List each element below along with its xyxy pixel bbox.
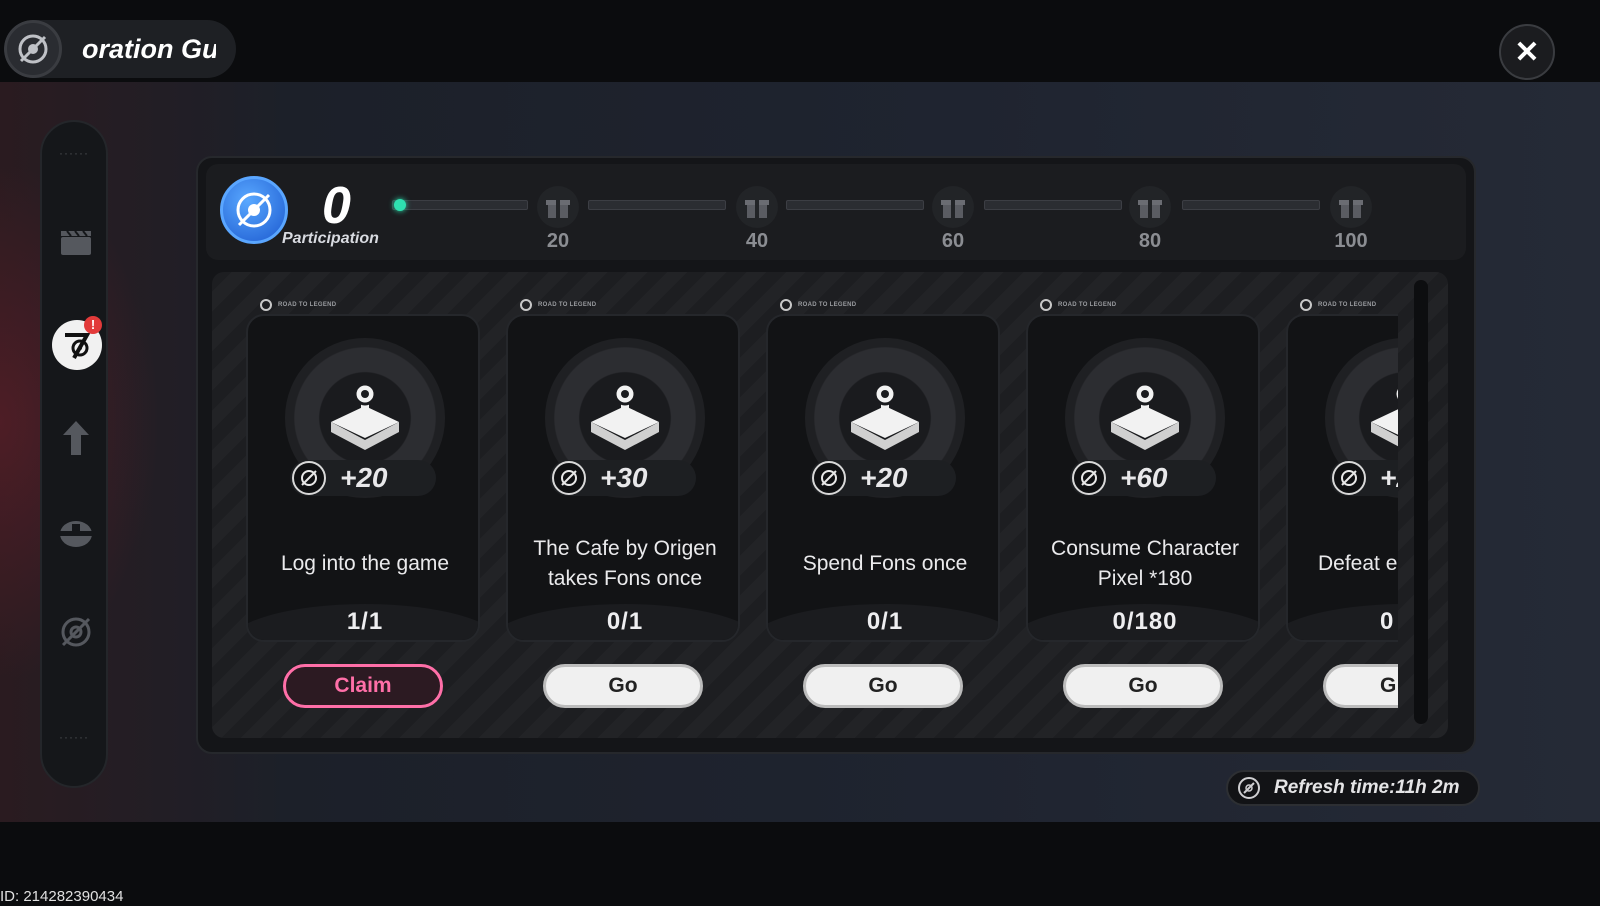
task-card: ROAD TO LEGEND +2 Defeat e 0 [1286,298,1398,642]
bottom-band [0,822,1600,906]
participation-token-icon [292,461,326,495]
top-band [0,0,1600,82]
progress-segment [1182,200,1320,210]
header-logo-icon [1040,299,1052,311]
gift-icon[interactable] [736,186,778,228]
reward-amount: +30 [600,462,648,493]
task-list[interactable]: ROAD TO LEGEND +20 Log into the game 1/1… [212,272,1448,738]
task-card: ROAD TO LEGEND +20 Log into the game 1/1 [246,298,480,642]
card-header: ROAD TO LEGEND [260,298,336,312]
milestone-label: 60 [941,230,965,252]
milestone-label: 80 [1138,230,1162,252]
go-button[interactable]: Go [1063,664,1223,708]
card-body: +20 Spend Fons once 0/1 [766,314,1000,642]
sidebar-top-dots: ······ [59,146,89,160]
task-progress: 0 [1380,608,1395,635]
card-header: ROAD TO LEGEND [780,298,856,312]
participation-token-icon [1072,461,1106,495]
task-card: ROAD TO LEGEND +20 Spend Fons once 0/1 [766,298,1000,642]
progress-indicator [394,199,406,211]
reward-amount: +20 [860,462,908,493]
header-logo-icon [1300,299,1312,311]
card-body: +60 Consume Character Pixel *180 0/180 [1026,314,1260,642]
compass-off-icon[interactable] [56,612,96,652]
header-logo-icon [780,299,792,311]
participation-label: Participation [282,230,379,247]
participation-token-icon [812,461,846,495]
task-card-clip: ROAD TO LEGEND +2 Defeat e 0 G [1286,272,1398,738]
sidebar: ······ ! ······ [40,120,108,788]
controller-icon[interactable] [56,514,96,554]
milestone-label: 100 [1334,230,1368,252]
go-button[interactable]: Go [543,664,703,708]
task-progress: 1/1 [346,608,384,635]
task-name: Spend Fons once [802,552,968,575]
progress-segment [588,200,726,210]
participation-token-icon [552,461,586,495]
page-title: oration Gu [82,33,216,64]
progress-segment [786,200,924,210]
task-card: ROAD TO LEGEND +30 The Cafe by Origen ta… [506,298,740,642]
header-logo-icon [260,299,272,311]
gift-icon[interactable] [1129,186,1171,228]
sidebar-bottom-dots: ······ [59,730,89,744]
task-name: The Cafe by Origen takes Fons once [533,537,717,590]
go-button[interactable]: G [1323,664,1398,708]
reward-pill: +30 [550,460,696,496]
task-progress: 0/1 [866,608,904,635]
notification-badge: ! [84,316,102,334]
reward-amount: +2 [1380,462,1398,493]
card-header: ROAD TO LEGEND [1040,298,1116,312]
reward-amount: +60 [1120,462,1168,493]
participation-token-icon [1332,461,1366,495]
task-name: Log into the game [280,552,450,575]
main-panel: 0 Participation 20 40 60 80 100 ROAD TO … [196,156,1476,754]
scrollbar[interactable] [1414,280,1428,724]
milestone-label: 40 [745,230,769,252]
card-header: ROAD TO LEGEND [520,298,596,312]
refresh-timer: Refresh time:11h 2m [1226,770,1480,806]
task-progress: 0/1 [606,608,644,635]
clapperboard-icon[interactable] [56,222,96,262]
reward-pill: +2 [1330,460,1398,496]
participation-progress: 0 Participation 20 40 60 80 100 [206,164,1466,260]
reward-pill: +20 [810,460,956,496]
background-graffiti [260,0,356,82]
task-card: ROAD TO LEGEND +60 Consume Character Pix… [1026,298,1260,642]
milestone-label: 20 [546,230,570,252]
participation-icon [220,176,288,244]
task-name: Consume Character Pixel *180 [1051,537,1239,590]
gift-icon[interactable] [932,186,974,228]
card-header: ROAD TO LEGEND [1300,298,1376,312]
gift-icon[interactable] [1330,186,1372,228]
participation-value: 0 [322,177,351,235]
header-logo-icon [520,299,532,311]
user-id: ID: 214282390434 [0,888,124,905]
refresh-text: Refresh time:11h 2m [1274,777,1460,798]
reward-pill: +20 [290,460,436,496]
task-name: Defeat e [1318,552,1398,575]
close-icon: ✕ [1514,35,1540,69]
go-button[interactable]: Go [803,664,963,708]
arrow-up-icon[interactable] [56,418,96,458]
progress-segment [984,200,1122,210]
card-body: +20 Log into the game 1/1 [246,314,480,642]
reward-pill: +60 [1070,460,1216,496]
refresh-clock-icon [1238,777,1260,799]
claim-button[interactable]: Claim [283,664,443,708]
gift-icon[interactable] [537,186,579,228]
card-body: +30 The Cafe by Origen takes Fons once 0… [506,314,740,642]
game-logo-icon [4,20,62,78]
card-body: +2 Defeat e 0 [1286,314,1398,642]
progress-segment [392,200,528,210]
task-progress: 0/180 [1112,608,1178,635]
reward-amount: +20 [340,462,388,493]
title-bar: oration Gu [4,20,236,78]
close-button[interactable]: ✕ [1499,24,1555,80]
